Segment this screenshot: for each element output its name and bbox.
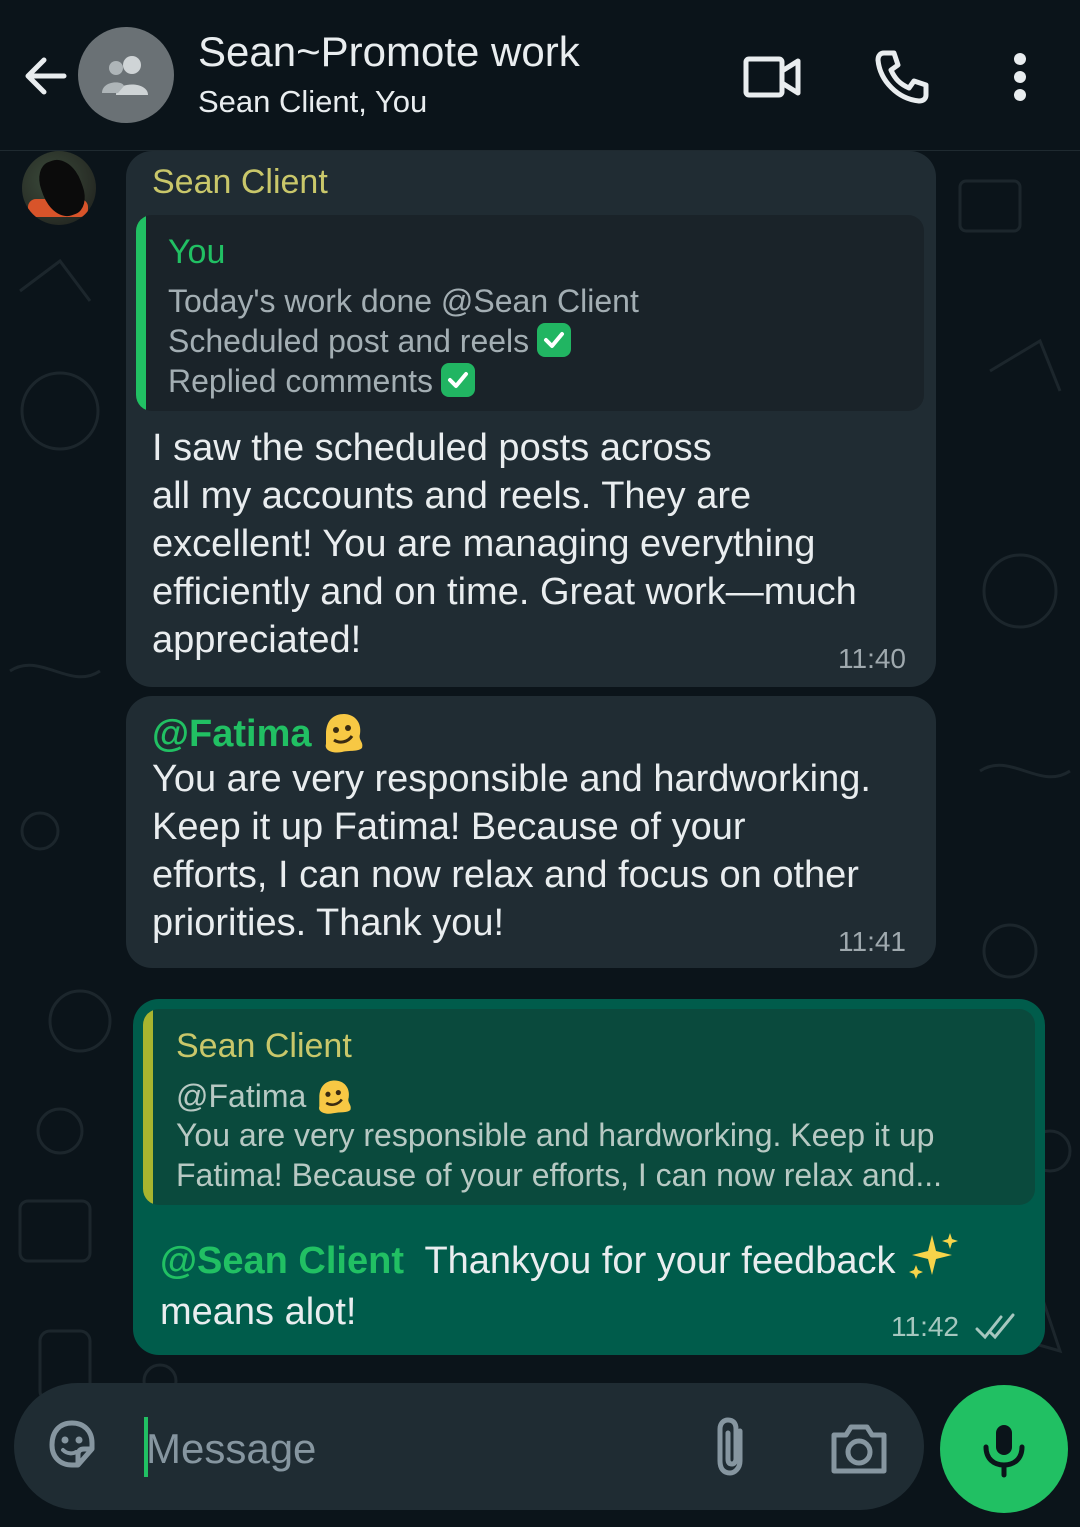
chat-header: Sean~Promote work Sean Client, You (0, 0, 1080, 151)
mic-icon (983, 1425, 1025, 1478)
quote-line: Scheduled post and reels (168, 323, 572, 360)
message-time: 11:40 (838, 643, 906, 674)
message-text-line: efficiently and on time. Great work—much (152, 571, 857, 613)
sparkles-emoji (906, 1231, 960, 1289)
message-bubble-outgoing[interactable]: Sean Client @Fatima You are very respons… (133, 999, 1045, 1355)
message-text-line: means alot! (160, 1291, 357, 1333)
message-input-bar (14, 1383, 924, 1510)
message-bubble-incoming[interactable]: Sean Client You Today's work done @Sean … (126, 151, 936, 687)
quoted-message[interactable]: Sean Client @Fatima You are very respons… (143, 1009, 1035, 1205)
quote-line: Today's work done @Sean Client (168, 283, 639, 319)
quote-line: Replied comments (168, 363, 475, 400)
sender-avatar[interactable] (22, 151, 96, 225)
phone-icon[interactable] (870, 45, 934, 109)
check-mark-icon (537, 323, 572, 357)
message-text-line: all my accounts and reels. They are (152, 475, 752, 517)
quote-line: You are very responsible and hardworking… (176, 1117, 935, 1153)
quote-line-text: @Fatima (176, 1078, 307, 1114)
mic-button[interactable] (940, 1385, 1068, 1513)
attach-icon[interactable] (706, 1415, 758, 1484)
message-text-line: Keep it up Fatima! Because of your (152, 806, 746, 848)
group-avatar-icon[interactable] (78, 27, 174, 123)
sticker-icon[interactable] (42, 1415, 102, 1480)
message-text-line: @Sean Client Thankyou for your feedback (160, 1231, 960, 1289)
message-text-line: I saw the scheduled posts across (152, 427, 712, 469)
message-bubble-incoming[interactable]: @Fatima You are very responsible and har… (126, 696, 936, 968)
mention-link[interactable]: @Fatima (152, 713, 312, 755)
double-check-icon (975, 1311, 1023, 1348)
quote-author: Sean Client (176, 1027, 352, 1065)
message-time: 11:42 (891, 1311, 959, 1342)
mention-link[interactable]: @Sean Client (160, 1240, 404, 1282)
more-vert-icon[interactable] (990, 45, 1054, 109)
quoted-message[interactable]: You Today's work done @Sean Client Sched… (136, 215, 924, 411)
message-text-line: appreciated! (152, 619, 362, 661)
chat-title[interactable]: Sean~Promote work (198, 28, 580, 76)
message-text-line: excellent! You are managing everything (152, 523, 816, 565)
message-input[interactable] (146, 1421, 666, 1477)
message-time: 11:41 (838, 926, 906, 957)
sender-name[interactable]: Sean Client (152, 163, 328, 202)
camera-icon[interactable] (828, 1419, 890, 1482)
quote-line-text: Replied comments (168, 363, 433, 399)
back-arrow-icon[interactable] (18, 48, 74, 104)
melting-face-emoji (320, 710, 366, 764)
message-text: Thankyou for your feedback (424, 1240, 896, 1282)
check-mark-icon (441, 363, 475, 397)
message-text-line: priorities. Thank you! (152, 902, 505, 944)
quote-line-text: Scheduled post and reels (168, 323, 530, 359)
quote-line: Fatima! Because of your efforts, I can n… (176, 1157, 943, 1193)
message-text-line: @Fatima (152, 710, 366, 764)
video-call-icon[interactable] (740, 45, 804, 109)
message-text-line: You are very responsible and hardworking… (152, 758, 871, 800)
chat-participants[interactable]: Sean Client, You (198, 84, 427, 120)
message-text-line: efforts, I can now relax and focus on ot… (152, 854, 859, 896)
chat-area[interactable]: Sean Client You Today's work done @Sean … (0, 151, 1080, 1527)
quote-author: You (168, 233, 226, 271)
